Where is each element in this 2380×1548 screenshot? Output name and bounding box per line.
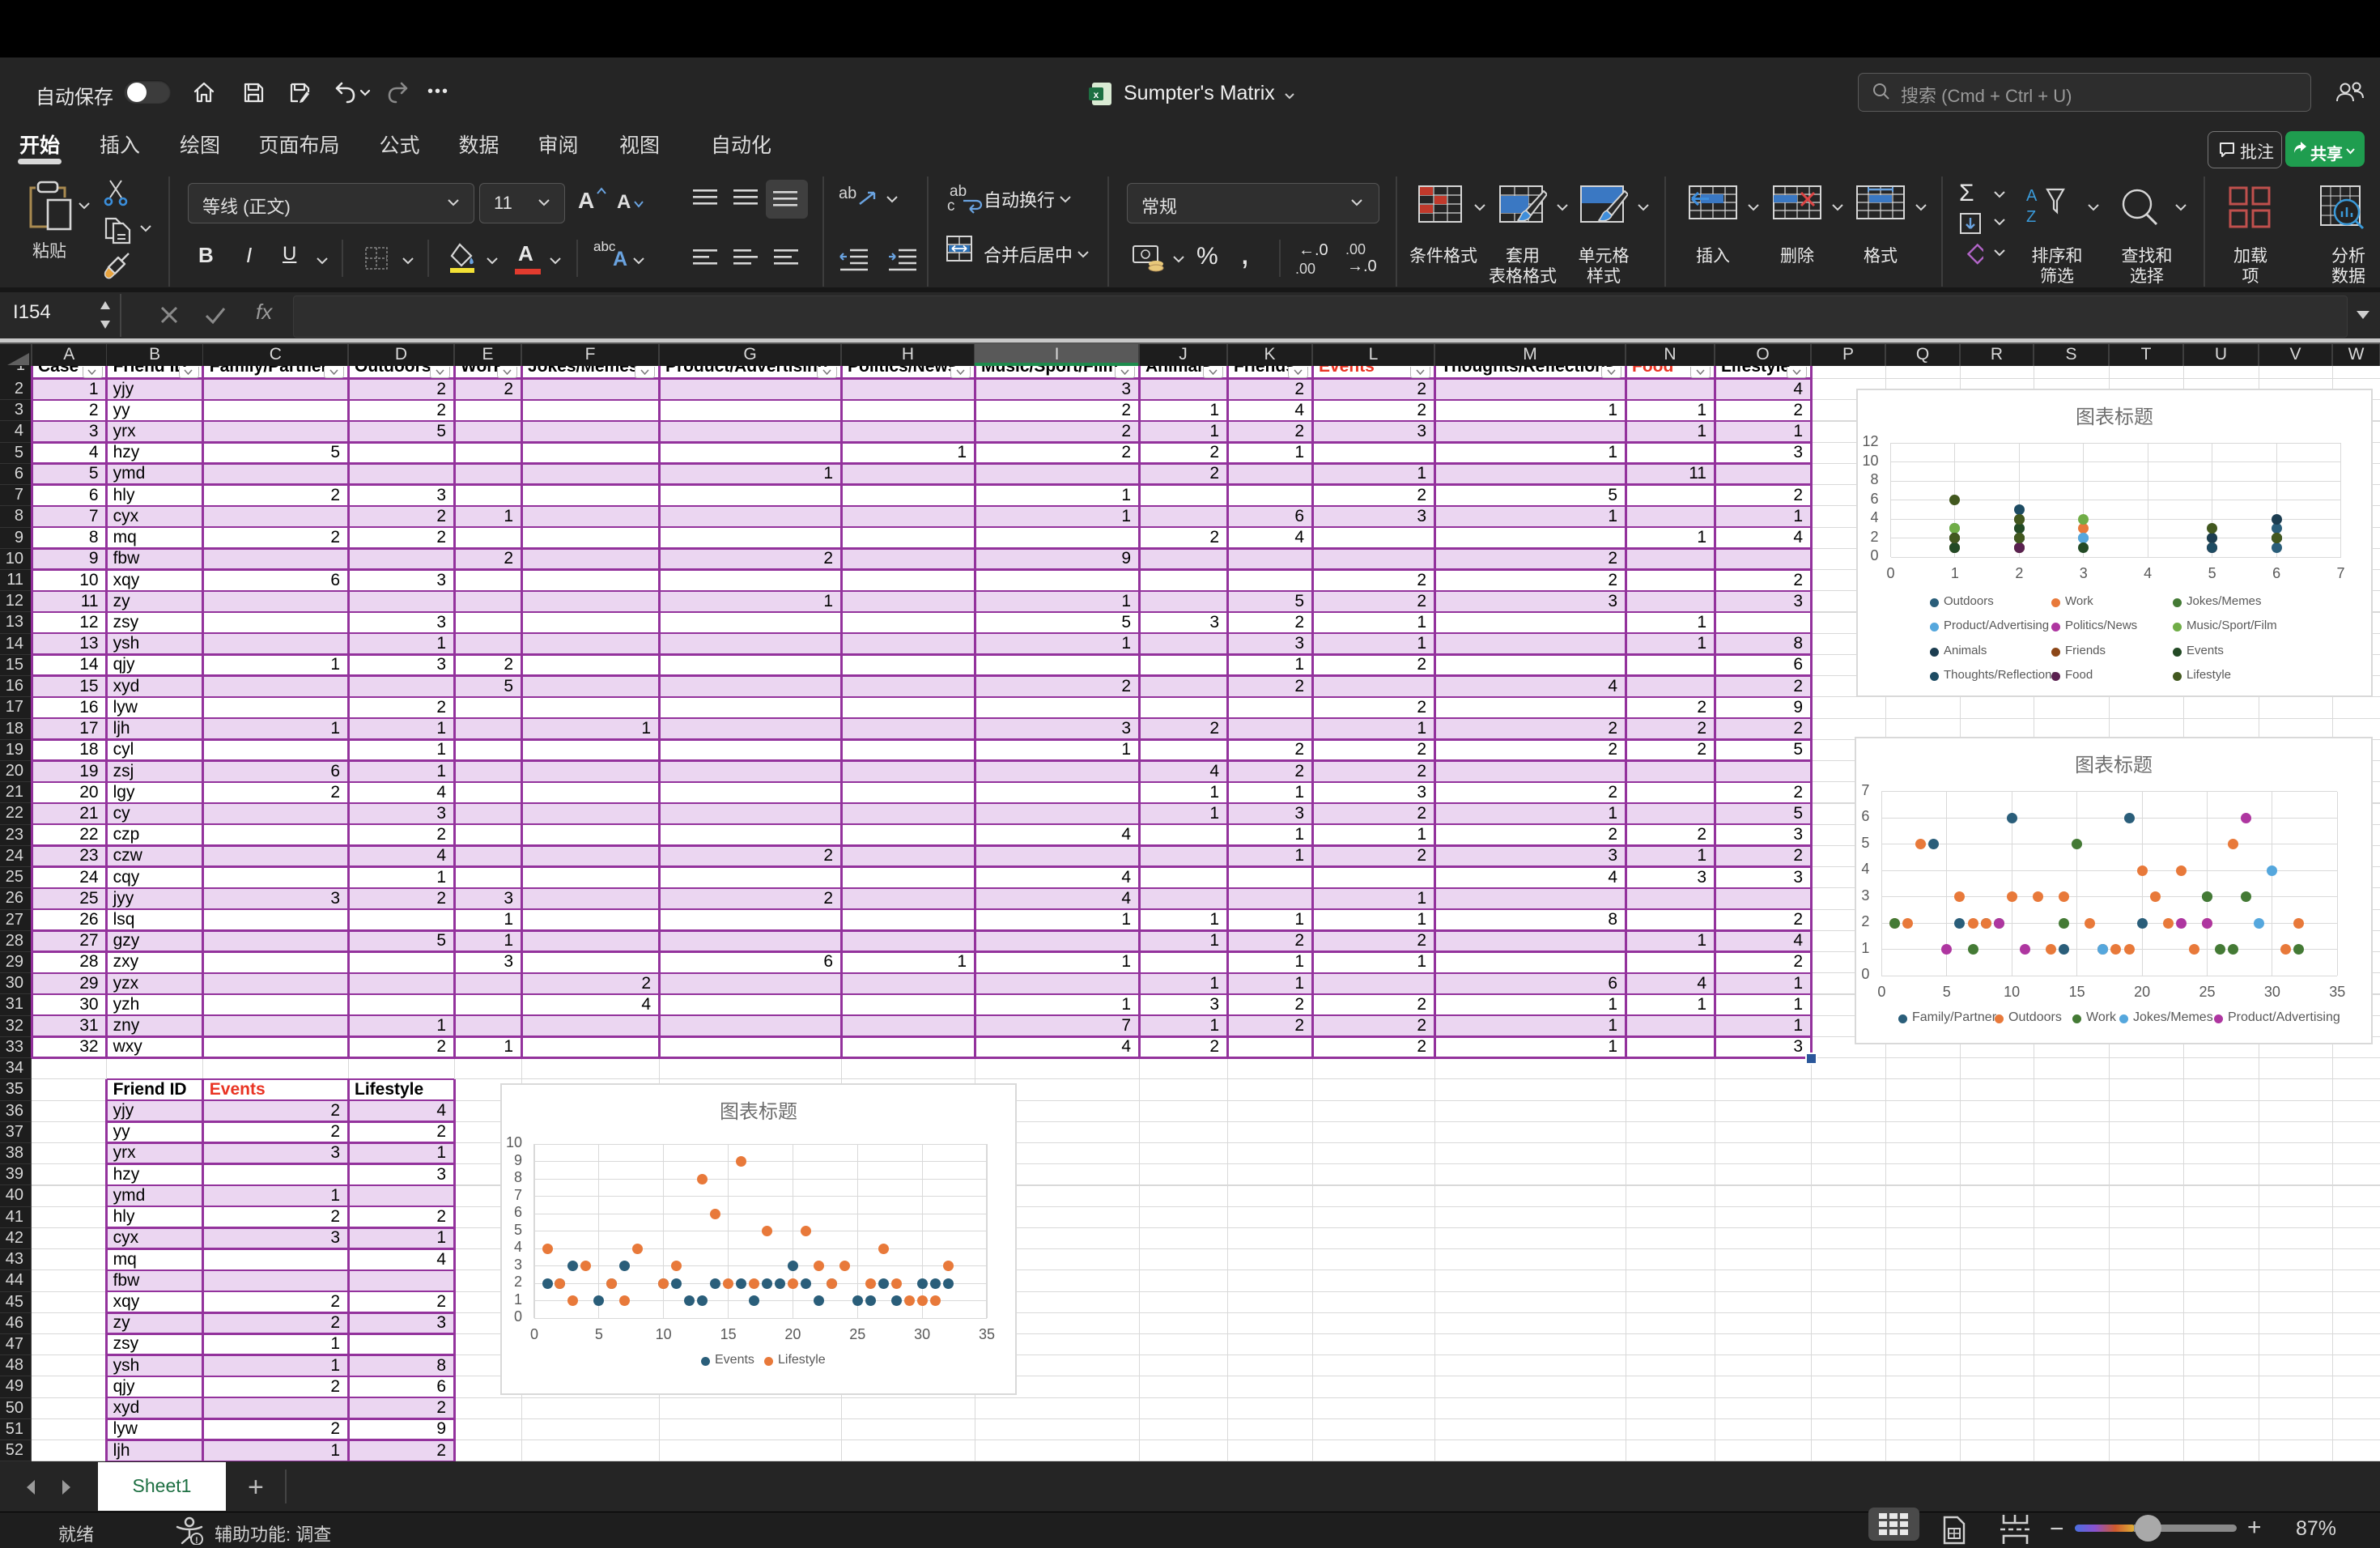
svg-text:A: A (2026, 187, 2038, 205)
svg-text:!: ! (195, 1536, 198, 1545)
svg-text:Z: Z (2026, 208, 2036, 226)
svg-text:x: x (1094, 89, 1099, 100)
